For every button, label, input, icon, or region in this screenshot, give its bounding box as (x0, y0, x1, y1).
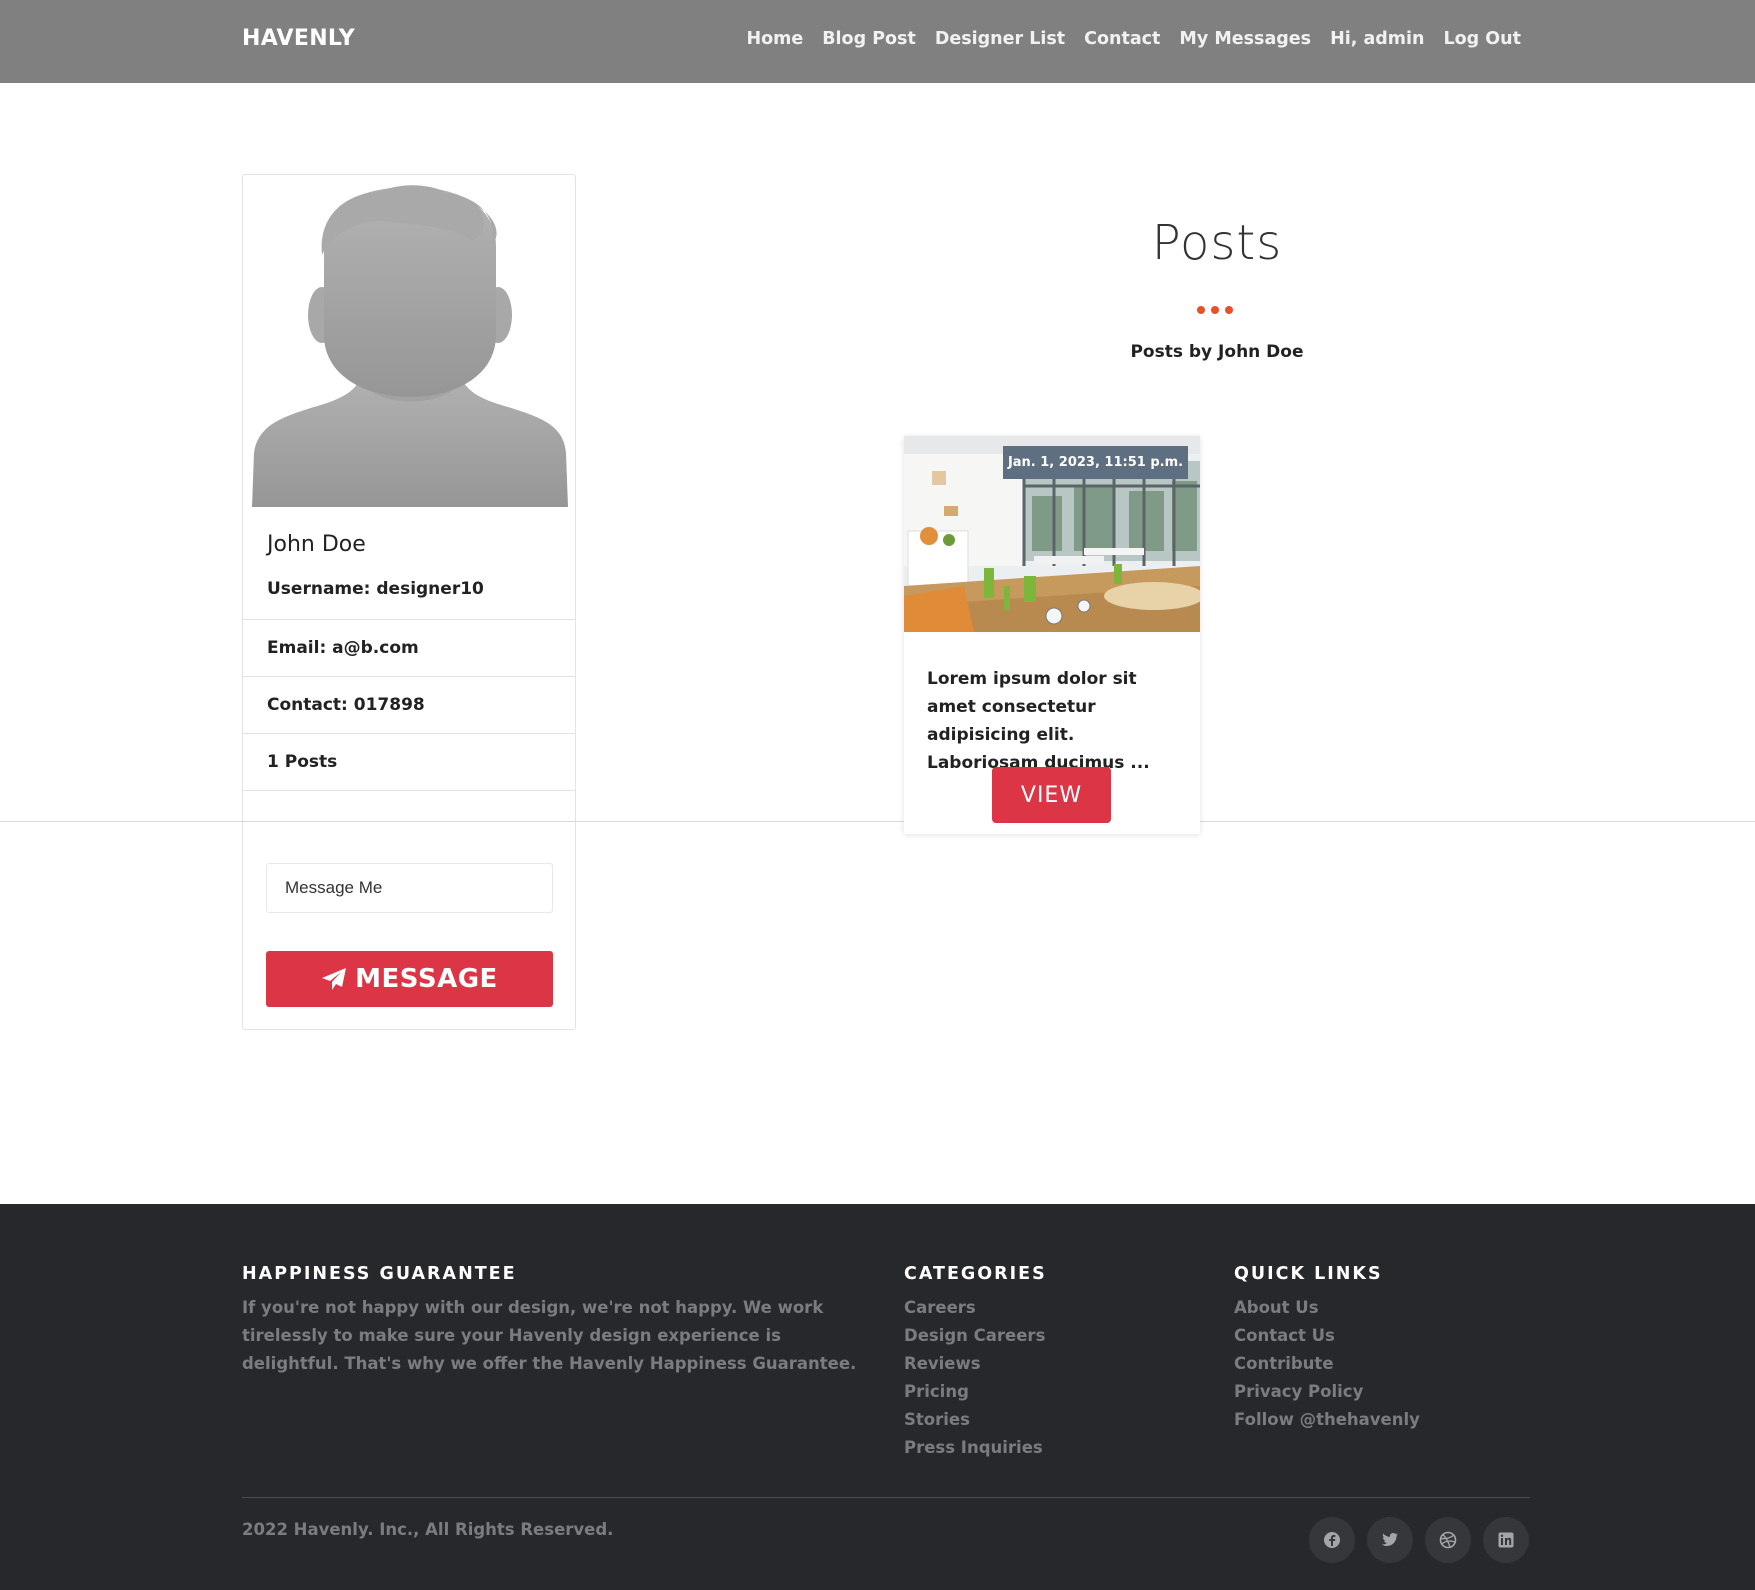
nav-my-messages[interactable]: My Messages (1179, 29, 1311, 49)
footer-quick-links: QUICK LINKS About Us Contact Us Contribu… (1234, 1264, 1420, 1434)
designer-name: John Doe (267, 532, 366, 557)
site-footer: HAPPINESS GUARANTEE If you're not happy … (0, 1204, 1755, 1590)
footer-quick-links-title: QUICK LINKS (1234, 1264, 1383, 1284)
paper-plane-icon (322, 968, 347, 990)
copyright-text: 2022 Havenly. Inc., All Rights Reserved. (242, 1520, 614, 1539)
profile-email-row: Email: a@b.com (243, 619, 575, 676)
posts-heading: Posts (1151, 215, 1283, 271)
top-navbar: HAVENLY Home Blog Post Designer List Con… (0, 0, 1755, 83)
facebook-icon[interactable] (1309, 1517, 1355, 1563)
profile-contact-row: Contact: 017898 (243, 676, 575, 733)
footer-guarantee-title: HAPPINESS GUARANTEE (242, 1264, 517, 1284)
avatar-placeholder-icon (252, 185, 568, 507)
nav-log-out[interactable]: Log Out (1444, 29, 1522, 49)
social-links (1309, 1517, 1529, 1563)
footer-link-privacy-policy[interactable]: Privacy Policy (1234, 1378, 1420, 1406)
footer-link-pricing[interactable]: Pricing (904, 1378, 1047, 1406)
designer-posts-count: 1 Posts (267, 752, 338, 772)
footer-link-contribute[interactable]: Contribute (1234, 1350, 1420, 1378)
nav-user-greeting[interactable]: Hi, admin (1330, 29, 1424, 49)
footer-link-design-careers[interactable]: Design Careers (904, 1322, 1047, 1350)
footer-link-press-inquiries[interactable]: Press Inquiries (904, 1434, 1047, 1462)
designer-contact: Contact: 017898 (267, 695, 425, 715)
footer-categories: CATEGORIES Careers Design Careers Review… (904, 1264, 1047, 1462)
twitter-icon[interactable] (1367, 1517, 1413, 1563)
linkedin-icon[interactable] (1483, 1517, 1529, 1563)
profile-row-divider (243, 790, 575, 791)
message-button-label: MESSAGE (355, 964, 498, 994)
footer-link-contact-us[interactable]: Contact Us (1234, 1322, 1420, 1350)
nav-designer-list[interactable]: Designer List (935, 29, 1065, 49)
page-divider-line (0, 821, 1755, 822)
nav-contact[interactable]: Contact (1084, 29, 1160, 49)
nav-blog-post[interactable]: Blog Post (822, 29, 916, 49)
footer-categories-title: CATEGORIES (904, 1264, 1047, 1284)
footer-guarantee: HAPPINESS GUARANTEE If you're not happy … (242, 1264, 872, 1378)
message-button[interactable]: MESSAGE (266, 951, 553, 1007)
view-post-button[interactable]: VIEW (992, 767, 1111, 823)
footer-link-careers[interactable]: Careers (904, 1294, 1047, 1322)
post-date-badge: Jan. 1, 2023, 11:51 p.m. (1003, 446, 1188, 479)
posts-subtitle: Posts by John Doe (1130, 342, 1304, 362)
profile-posts-row: 1 Posts (243, 733, 575, 790)
post-excerpt: Lorem ipsum dolor sit amet consectetur a… (927, 669, 1150, 773)
post-card[interactable]: Jan. 1, 2023, 11:51 p.m. Lorem ipsum dol… (904, 436, 1200, 834)
footer-link-stories[interactable]: Stories (904, 1406, 1047, 1434)
designer-email: Email: a@b.com (267, 638, 419, 658)
designer-profile-card: John Doe Username: designer10 Email: a@b… (242, 174, 576, 1030)
footer-link-follow[interactable]: Follow @thehavenly (1234, 1406, 1420, 1434)
dribbble-icon[interactable] (1425, 1517, 1471, 1563)
footer-link-about-us[interactable]: About Us (1234, 1294, 1420, 1322)
nav-home[interactable]: Home (746, 29, 803, 49)
designer-username: Username: designer10 (267, 579, 484, 599)
heading-dots-decoration (1197, 306, 1233, 314)
brand-logo[interactable]: HAVENLY (242, 26, 355, 51)
footer-divider (242, 1497, 1530, 1498)
message-input[interactable] (266, 863, 553, 913)
nav-links: Home Blog Post Designer List Contact My … (746, 29, 1521, 49)
footer-guarantee-text: If you're not happy with our design, we'… (242, 1298, 857, 1373)
footer-link-reviews[interactable]: Reviews (904, 1350, 1047, 1378)
